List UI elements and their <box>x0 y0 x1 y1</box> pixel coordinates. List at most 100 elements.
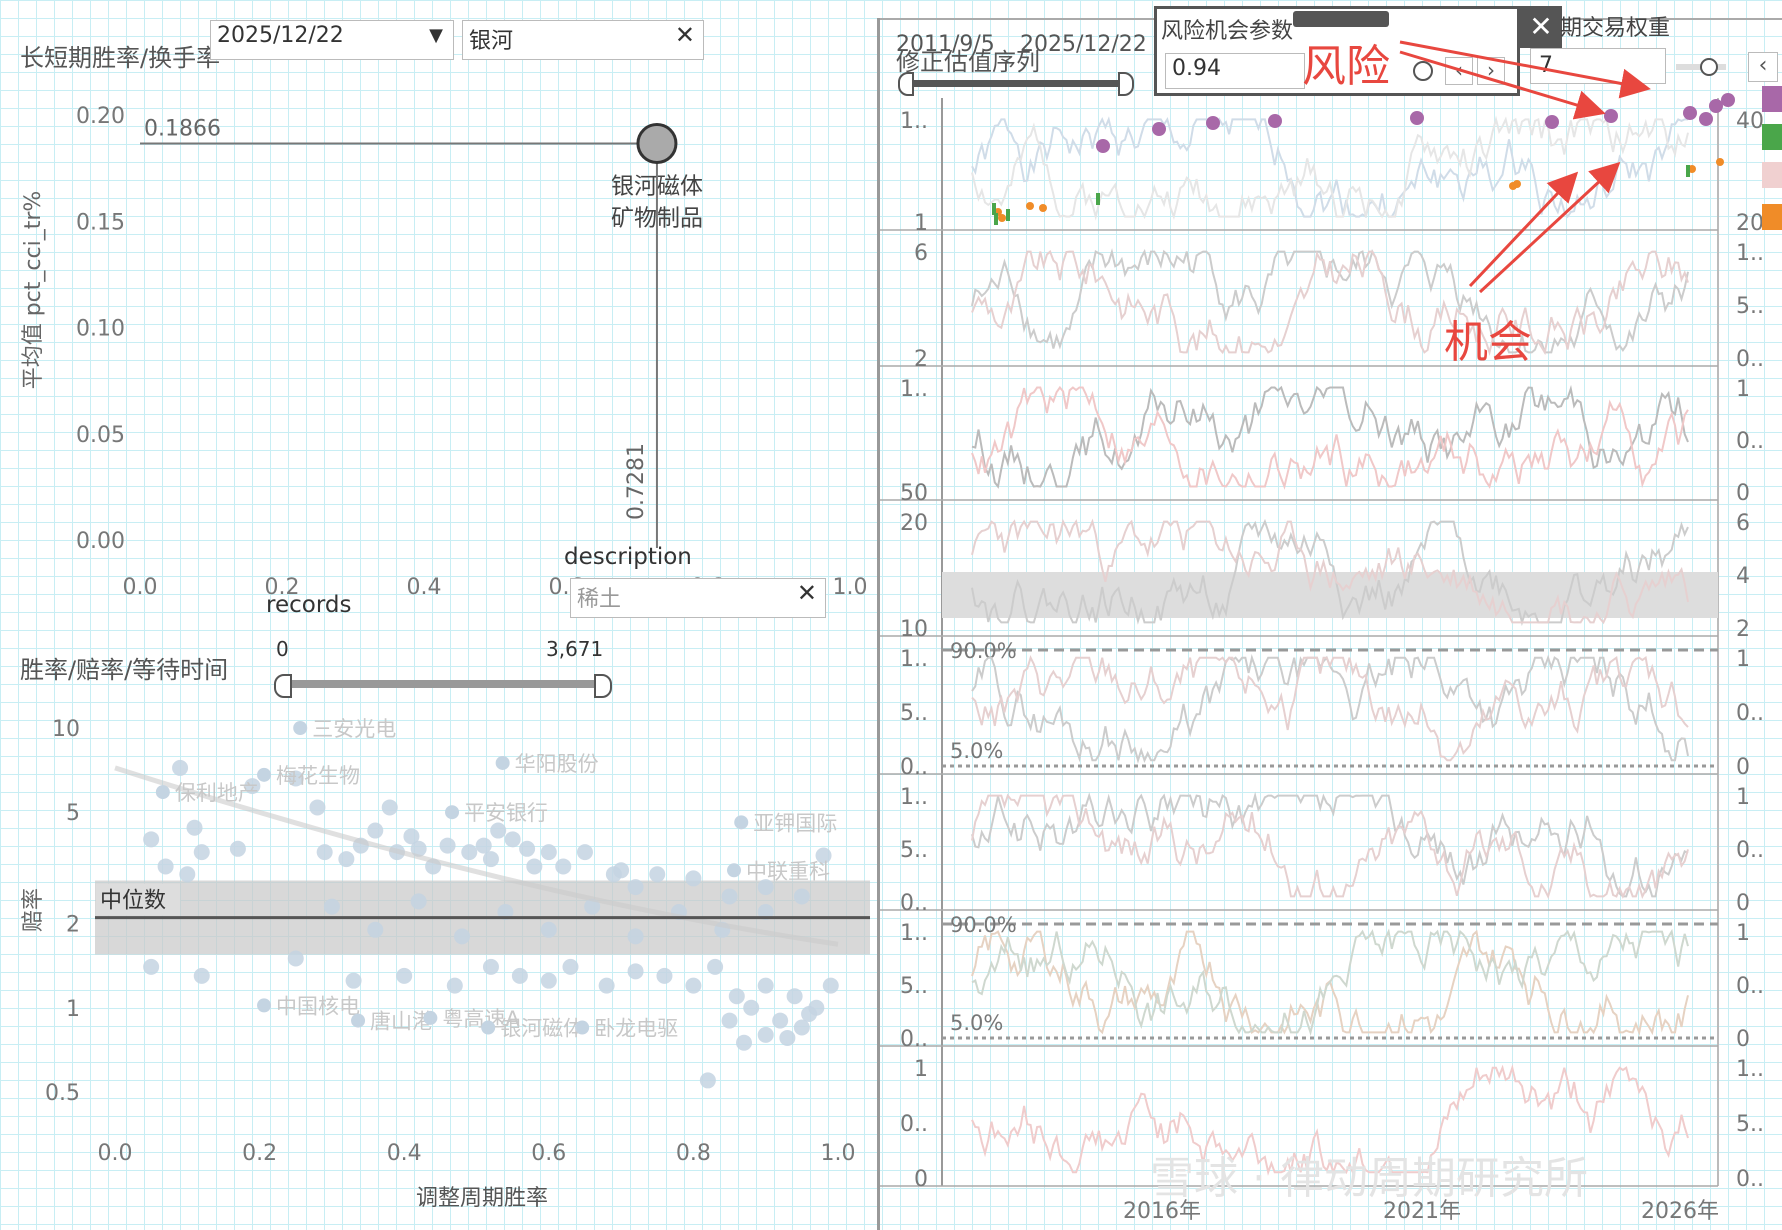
left-tick-label: 5.. <box>900 974 928 999</box>
slider-knob[interactable] <box>1413 61 1433 81</box>
left-tick-label: 1.. <box>900 785 928 810</box>
trade-weight-slider-knob[interactable] <box>1700 58 1718 76</box>
right-tick-label: 2 <box>1736 617 1750 642</box>
labeled-point-marker <box>351 1013 366 1028</box>
risk-marker <box>1410 111 1424 125</box>
point-label-line2: 矿物制品 <box>611 205 703 231</box>
opportunity-marker <box>1513 180 1521 188</box>
x-ticks: 0.0 0.2 0.4 0.6 0.8 1.0 <box>98 1141 856 1166</box>
right-tick-label: 40 <box>1736 109 1764 134</box>
records-slider-track[interactable] <box>282 680 602 688</box>
y-tick-label: 0.00 <box>76 529 125 554</box>
risk-marker <box>1721 93 1735 107</box>
right-tick-label: 1 <box>1736 921 1750 946</box>
y-tick-label: 5 <box>66 801 80 826</box>
scatter-point <box>367 822 384 839</box>
popup-value-input[interactable]: 0.94 <box>1165 53 1305 89</box>
x-axis-label: 调整周期胜率 <box>416 1186 548 1211</box>
left-tick-label: 0.. <box>900 891 928 916</box>
y-ticks: 0.20 0.15 0.10 0.05 0.00 <box>76 104 125 554</box>
ref-label-upper: 90.0% <box>950 639 1017 663</box>
close-button[interactable]: ✕ <box>1520 6 1562 48</box>
left-tick-label: 0.. <box>900 1112 928 1137</box>
labeled-point-marker <box>155 785 170 800</box>
y-tick-label: 0.5 <box>45 1081 80 1106</box>
popup-title: 风险机会参数 <box>1161 19 1294 44</box>
left-tick-label: 2 <box>914 347 928 372</box>
series-line <box>971 791 1689 898</box>
scatter-point <box>511 967 528 984</box>
y-axis-label: 赔率 <box>21 888 46 932</box>
labeled-point-marker <box>495 755 510 770</box>
description-filter-input[interactable]: 稀土 ✕ <box>570 578 826 618</box>
next-button[interactable]: › <box>1477 57 1505 85</box>
scatter-point <box>316 844 333 861</box>
risk-marker <box>1545 115 1559 129</box>
panels: 1..14020621..5..0..1..5010..020106421..5… <box>880 93 1764 1192</box>
series-line <box>971 116 1688 219</box>
point-label: 华阳股份 <box>515 752 599 776</box>
scatter-point <box>721 888 738 905</box>
right-tick-label: 0 <box>1736 891 1750 916</box>
records-min: 0 <box>276 637 289 661</box>
right-tick-label: 1.. <box>1736 241 1764 266</box>
y-tick-label: 0.15 <box>76 210 125 235</box>
left-tick-label: 1.. <box>900 377 928 402</box>
right-tick-label: 4 <box>1736 564 1750 589</box>
y-tick-label: 0.20 <box>76 104 125 129</box>
bottom-left-chart: 赔率 调整周期胜率 中位数 三安光电梅花生物保利地产 华阳股份平安银行 亚钾国际中联… <box>21 717 870 1211</box>
risk-marker <box>1699 112 1713 126</box>
legend-swatch-green <box>1762 124 1782 150</box>
left-tick-label: 6 <box>914 241 928 266</box>
scatter-point <box>396 967 413 984</box>
description-filter-value: 稀土 <box>577 587 622 612</box>
records-slider-handle-max[interactable] <box>594 674 612 698</box>
stock-search-value: 银河 <box>469 29 514 54</box>
green-marker <box>1686 165 1690 177</box>
green-marker <box>1006 209 1010 221</box>
left-tick-label: 1.. <box>900 647 928 672</box>
series-line <box>971 928 1689 1036</box>
scatter-point <box>786 988 803 1005</box>
trade-weight-value: 7 <box>1539 53 1553 78</box>
scatter-point <box>381 799 398 816</box>
scatter-point <box>576 844 593 861</box>
right-tick-label: 0.. <box>1736 347 1764 372</box>
labeled-point-marker <box>257 767 272 782</box>
date-filter[interactable]: 2025/12/22 ▼ <box>210 20 454 60</box>
legend-scroll-button[interactable]: ‹ <box>1748 52 1778 82</box>
chevron-down-icon[interactable]: ▼ <box>429 25 443 46</box>
scatter-point <box>757 977 774 994</box>
stock-search-input[interactable]: 银河 ✕ <box>462 20 704 60</box>
green-marker <box>994 213 998 225</box>
scatter-point <box>757 1026 774 1043</box>
risk-marker <box>1096 139 1110 153</box>
scatter-point <box>793 888 810 905</box>
scatter-point <box>229 840 246 857</box>
records-filter-label: records <box>266 592 352 618</box>
scatter-point <box>439 837 456 854</box>
records-slider-handle-min[interactable] <box>274 674 292 698</box>
prev-button[interactable]: ‹ <box>1445 57 1473 85</box>
risk-annotation: 风险 <box>1302 41 1390 92</box>
scatter-point <box>707 958 724 975</box>
risk-marker <box>1604 109 1618 123</box>
x-tick-label: 0.0 <box>98 1141 133 1166</box>
clear-icon[interactable]: ✕ <box>675 21 695 49</box>
close-icon: ✕ <box>1529 10 1553 43</box>
point-label: 卧龙电驱 <box>594 1017 678 1041</box>
scatter-point <box>519 840 536 857</box>
scatter-point <box>287 950 304 967</box>
risk-marker <box>1206 116 1220 130</box>
chevron-right-icon: › <box>1487 58 1495 82</box>
x-tick-label: 0.6 <box>531 1141 566 1166</box>
drag-handle[interactable] <box>1293 11 1389 27</box>
ref-label-lower: 5.0% <box>950 1011 1003 1035</box>
right-tick-label: 0 <box>1736 755 1750 780</box>
trade-weight-input[interactable]: 7 <box>1530 48 1666 84</box>
clear-icon[interactable]: ✕ <box>797 579 817 607</box>
scatter-point <box>685 870 702 887</box>
scatter-point <box>446 977 463 994</box>
right-tick-label: 1 <box>1736 647 1750 672</box>
date-filter-value: 2025/12/22 <box>217 23 344 48</box>
